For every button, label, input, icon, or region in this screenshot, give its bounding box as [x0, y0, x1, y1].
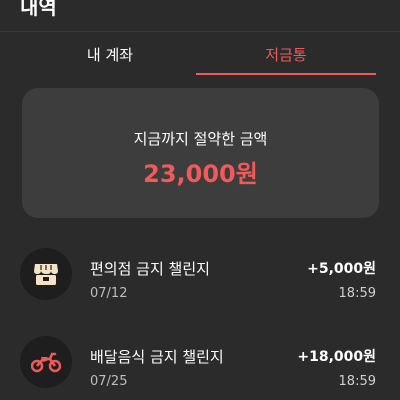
item-amount: +18,000원	[297, 349, 376, 365]
item-date: 07/12	[90, 286, 128, 301]
savings-total-amount: 23,000원	[143, 160, 258, 188]
item-title: 편의점 금지 챌린지	[90, 260, 210, 278]
item-time: 18:59	[338, 374, 376, 389]
store-icon	[20, 248, 72, 300]
app-header: 내역	[0, 0, 400, 32]
active-tab-indicator	[196, 73, 376, 75]
item-amount: +5,000원	[307, 261, 376, 277]
tab-piggy-bank[interactable]: 저금통	[196, 32, 376, 76]
list-item[interactable]: 편의점 금지 챌린지 07/12 +5,000원 18:59	[0, 248, 400, 328]
list-item[interactable]: 배달음식 금지 챌린지 07/25 +18,000원 18:59	[0, 336, 400, 400]
savings-summary-label: 지금까지 절약한 금액	[133, 130, 268, 148]
item-time: 18:59	[338, 286, 376, 301]
savings-summary-card: 지금까지 절약한 금액 23,000원	[22, 88, 379, 218]
tab-my-account[interactable]: 내 계좌	[24, 32, 196, 76]
tab-bar: 내 계좌 저금통	[0, 32, 400, 76]
item-title: 배달음식 금지 챌린지	[90, 348, 224, 366]
item-date: 07/25	[90, 374, 128, 389]
page-title: 내역	[20, 0, 57, 19]
motorcycle-icon	[20, 336, 72, 388]
